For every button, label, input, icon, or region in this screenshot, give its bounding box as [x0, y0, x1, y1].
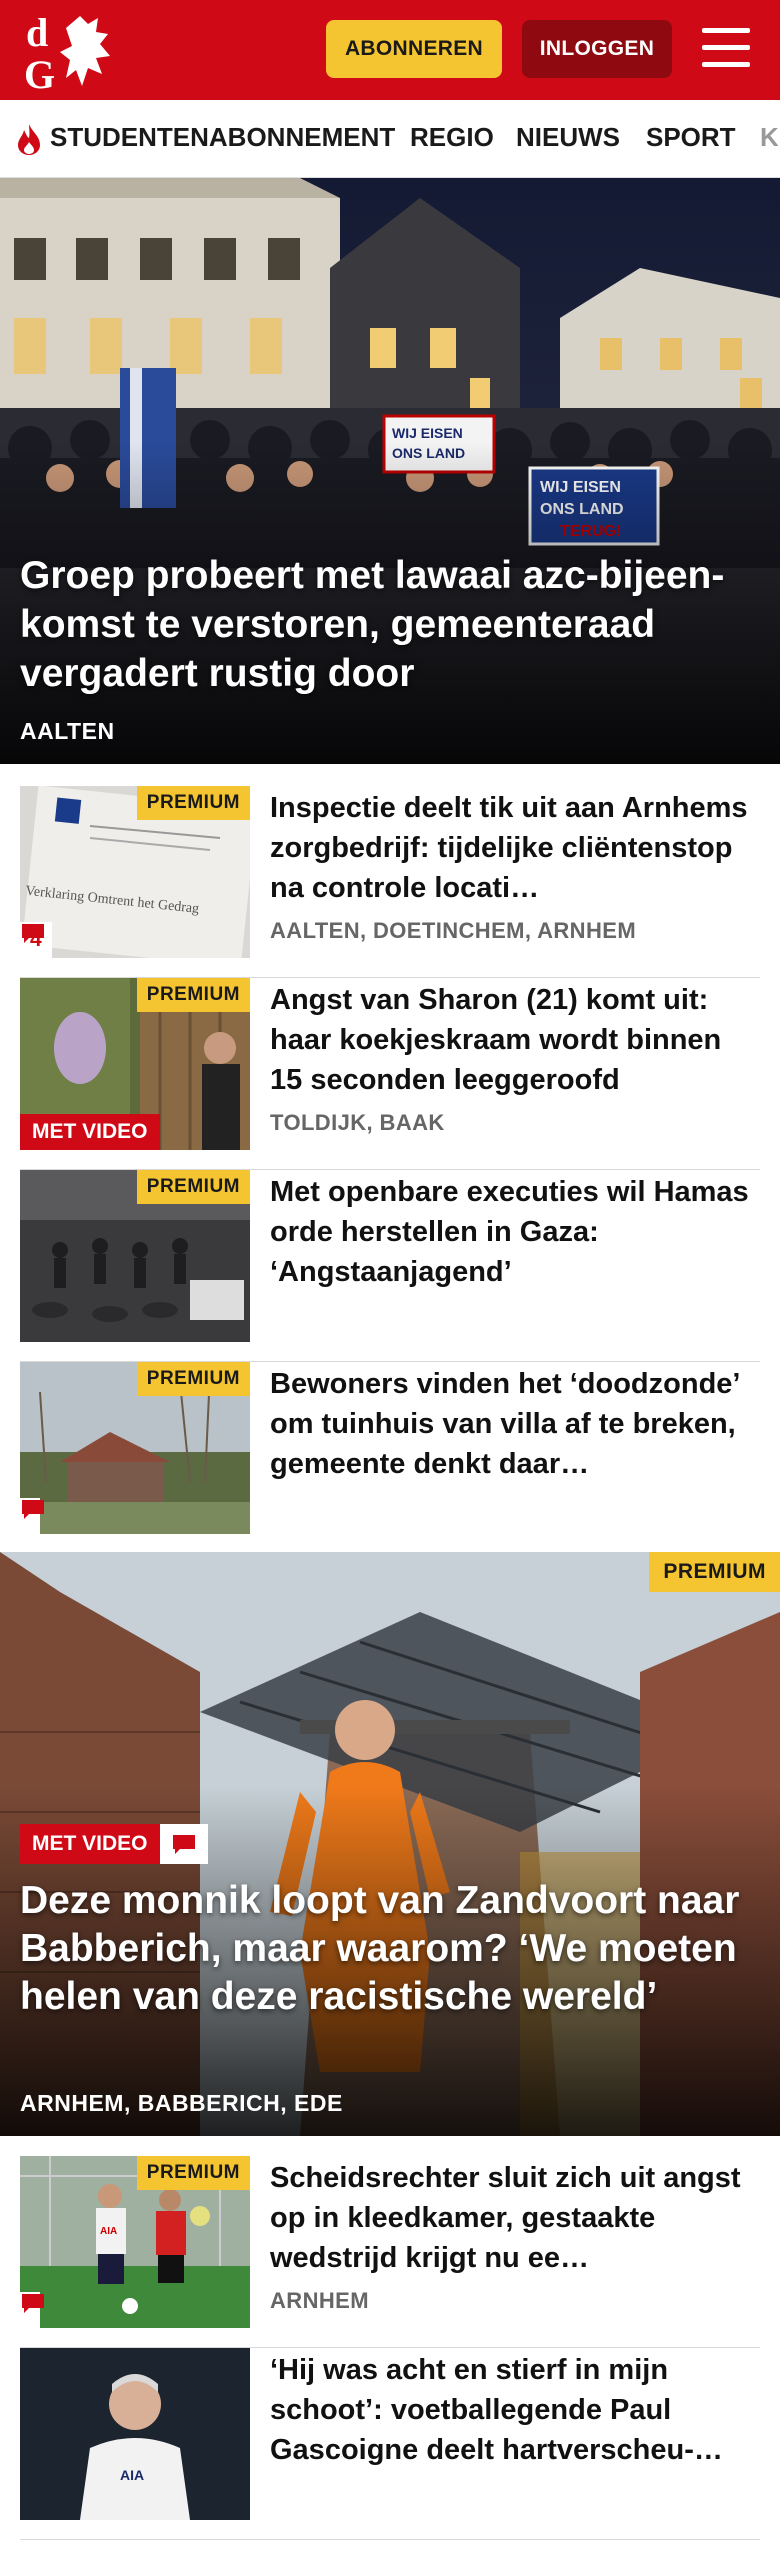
premium-badge: PREMIUM	[136, 1170, 250, 1204]
article-location: AALTEN, DOETINCHEM, ARNHEM	[270, 918, 637, 943]
article-thumbnail: PREMIUM MET VIDEO	[20, 978, 250, 1150]
flame-icon	[18, 124, 40, 155]
article-location: TOLDIJK, BAAK	[270, 1110, 445, 1135]
article-card[interactable]: AIA ‘Hij was acht en stierf in mijn scho…	[20, 2348, 760, 2540]
premium-badge: PREMIUM	[136, 786, 250, 820]
login-button[interactable]: INLOGGEN	[522, 20, 672, 78]
nav-item-studentenabonnement[interactable]: STUDENTENABONNEMENT	[50, 122, 395, 153]
article-card[interactable]: Verklaring Omtrent het Gedrag PREMIUM 4 …	[20, 786, 760, 978]
hero-title[interactable]: Groep probeert met lawaai azc-bijeen­kom…	[20, 551, 760, 698]
section-nav: STUDENTENABONNEMENT REGIO NIEUWS SPORT K	[0, 100, 780, 178]
comment-count[interactable]	[20, 2292, 44, 2328]
hero-article[interactable]: WIJ EISEN ONS LAND WIJ EISEN ONS LAND TE…	[0, 178, 780, 764]
comment-icon	[22, 924, 44, 943]
feature-article[interactable]: PREMIUM MET VIDEO Deze monnik loopt van …	[0, 1552, 780, 2136]
svg-text:AIA: AIA	[120, 2467, 144, 2483]
article-card[interactable]: PREMIUM Bewoners vinden het ‘doodzonde’ …	[20, 1362, 760, 1554]
premium-badge: PREMIUM	[136, 1362, 250, 1396]
article-location: ARNHEM	[270, 2288, 369, 2313]
hamburger-menu-icon[interactable]	[698, 24, 754, 72]
nav-item-nieuws[interactable]: NIEUWS	[516, 122, 620, 153]
premium-badge: PREMIUM	[136, 978, 250, 1012]
article-card[interactable]: PREMIUM MET VIDEO Angst van Sharon (21) …	[20, 978, 760, 1170]
article-card[interactable]: PREMIUM Met openbare executies wil Hamas…	[20, 1170, 760, 1362]
svg-text:AIA: AIA	[100, 2226, 117, 2237]
article-title[interactable]: Met openbare executies wil Hamas orde he…	[270, 1172, 760, 1292]
nav-item-regio[interactable]: REGIO	[410, 122, 494, 153]
hero-location: AALTEN	[20, 718, 115, 744]
article-thumbnail: PREMIUM	[20, 1362, 250, 1534]
comment-icon	[22, 1500, 44, 1519]
comment-count[interactable]: 4	[20, 922, 52, 958]
logo[interactable]: d G	[22, 8, 118, 97]
svg-text:d: d	[26, 10, 48, 55]
nav-item-sport[interactable]: SPORT	[646, 122, 736, 153]
svg-text:G: G	[24, 52, 55, 94]
comment-icon	[172, 1835, 195, 1854]
comment-count[interactable]	[159, 1824, 208, 1864]
article-thumbnail: AIA PREMIUM	[20, 2156, 250, 2328]
logo-mark: d G	[24, 10, 110, 97]
comment-count[interactable]	[20, 1498, 44, 1534]
article-title[interactable]: Inspectie deelt tik uit aan Arnhems zorg…	[270, 788, 760, 908]
nav-item-more[interactable]: K	[760, 122, 779, 153]
feature-title[interactable]: Deze monnik loopt van Zandvoort naar Bab…	[20, 1877, 760, 2021]
comment-icon	[22, 2294, 44, 2313]
video-badge: MET VIDEO	[20, 1114, 160, 1150]
article-title[interactable]: Scheidsrechter sluit zich uit angst op i…	[270, 2158, 760, 2278]
feature-location: ARNHEM, BABBERICH, EDE	[20, 2090, 343, 2116]
article-thumbnail: Verklaring Omtrent het Gedrag PREMIUM 4	[20, 786, 250, 958]
feature-tags: MET VIDEO	[20, 1824, 208, 1864]
article-thumbnail: AIA	[20, 2348, 250, 2520]
article-title[interactable]: Bewoners vinden het ‘doodzonde’ om tuinh…	[270, 1364, 760, 1484]
subscribe-button[interactable]: ABONNEREN	[326, 20, 502, 78]
top-bar: d G ABONNEREN INLOGGEN	[0, 0, 780, 100]
article-title[interactable]: ‘Hij was acht en stierf in mijn schoot’:…	[270, 2350, 760, 2470]
premium-badge: PREMIUM	[649, 1552, 780, 1592]
article-card[interactable]: AIA PREMIUM Scheidsrechter sluit zich ui…	[20, 2156, 760, 2348]
article-title[interactable]: Angst van Sharon (21) komt uit: haar koe…	[270, 980, 760, 1100]
premium-badge: PREMIUM	[136, 2156, 250, 2190]
article-thumbnail: PREMIUM	[20, 1170, 250, 1342]
video-badge: MET VIDEO	[20, 1824, 160, 1864]
